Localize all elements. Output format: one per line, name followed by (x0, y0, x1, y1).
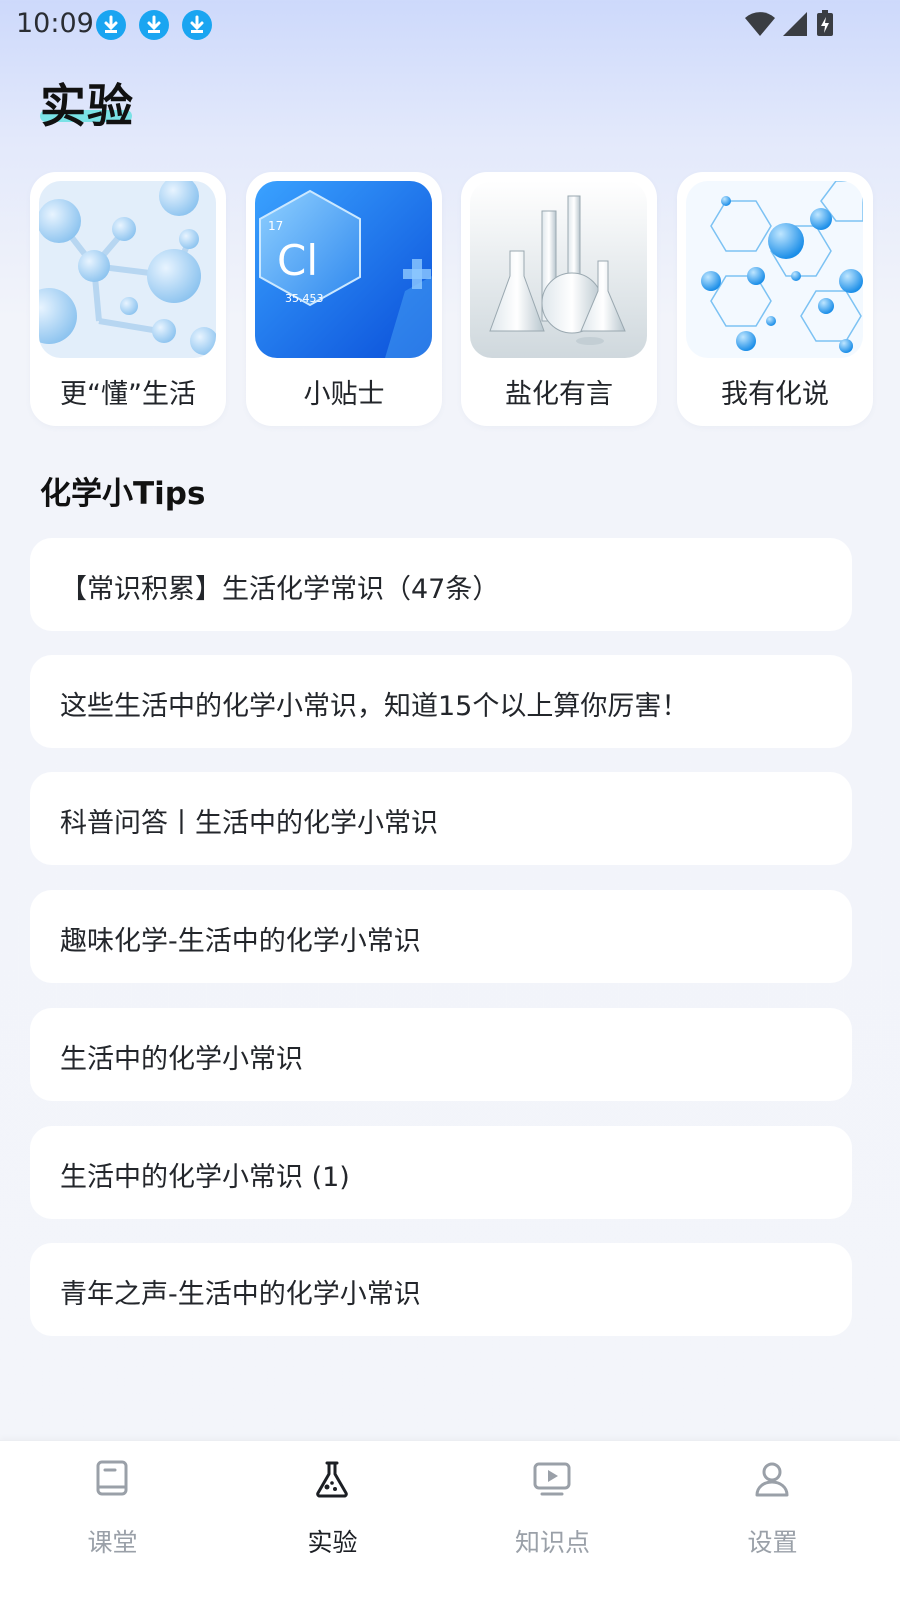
element-mass: 35.453 (285, 292, 324, 305)
nav-item-settings[interactable]: 设置 (660, 1441, 885, 1601)
list-item[interactable]: 科普问答丨生活中的化学小常识 (30, 772, 852, 865)
book-icon (96, 1460, 128, 1496)
nav-label: 设置 (747, 1528, 798, 1557)
system-icons (744, 10, 836, 38)
nav-item-classroom[interactable]: 课堂 (0, 1441, 225, 1601)
list-item[interactable]: 趣味化学-生活中的化学小常识 (30, 890, 852, 983)
nav-label: 实验 (307, 1528, 358, 1557)
category-label: 盐化有言 (505, 379, 613, 410)
nav-item-knowledge[interactable]: 知识点 (440, 1441, 665, 1601)
status-time: 10:09 (16, 8, 94, 39)
category-card-tips[interactable]: 17 Cl 35.453 小贴士 (246, 172, 442, 426)
download-icon (182, 10, 212, 40)
lab-flasks-image (470, 181, 647, 358)
download-icon (96, 10, 126, 40)
flask-icon (316, 1461, 348, 1498)
nav-label: 课堂 (87, 1528, 138, 1557)
molecule-image (39, 181, 216, 358)
wifi-icon (744, 12, 775, 36)
category-cards: 更“懂”生活 17 Cl 35.453 小贴士 盐化有言 我有化说 (30, 172, 900, 427)
tips-section-title: 化学小Tips (40, 476, 206, 512)
element-symbol: Cl (277, 236, 318, 285)
bottom-nav: 课堂 实验 知识点 设置 (0, 1440, 900, 1601)
list-item[interactable]: 生活中的化学小常识 (30, 1008, 852, 1101)
category-label: 我有化说 (721, 379, 829, 410)
video-play-icon (533, 1462, 571, 1496)
list-item[interactable]: 这些生活中的化学小常识，知道15个以上算你厉害！ (30, 655, 852, 748)
category-card-life[interactable]: 更“懂”生活 (30, 172, 226, 426)
element-number: 17 (268, 219, 284, 233)
user-icon (755, 1462, 789, 1497)
signal-icon (782, 12, 807, 36)
list-item[interactable]: 青年之声-生活中的化学小常识 (30, 1243, 852, 1336)
category-label: 更“懂”生活 (60, 379, 196, 410)
category-label: 小贴士 (303, 379, 385, 410)
category-card-talk[interactable]: 我有化说 (677, 172, 873, 426)
list-item[interactable]: 【常识积累】生活化学常识（47条） (30, 538, 852, 631)
download-icon (139, 10, 169, 40)
list-item[interactable]: 生活中的化学小常识 (1) (30, 1126, 852, 1219)
page-title: 实验 (40, 79, 134, 133)
status-bar: 10:09 (0, 0, 900, 48)
molecular-lattice-image (686, 181, 863, 358)
chlorine-element-image: 17 Cl 35.453 (255, 181, 432, 358)
category-card-salt[interactable]: 盐化有言 (461, 172, 657, 426)
nav-item-experiment[interactable]: 实验 (220, 1441, 445, 1601)
nav-label: 知识点 (514, 1528, 590, 1557)
battery-charging-icon (817, 10, 833, 36)
